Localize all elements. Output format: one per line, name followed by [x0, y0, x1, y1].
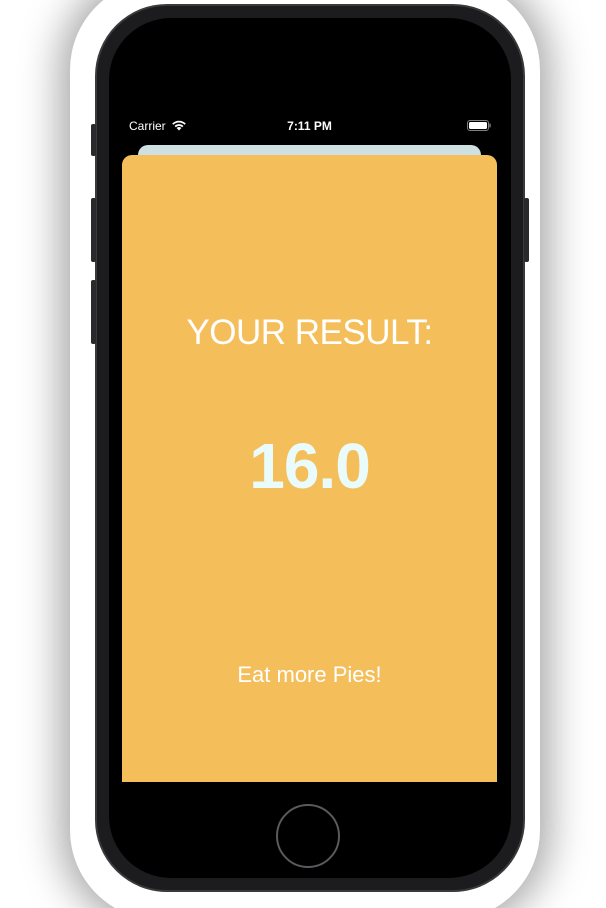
home-button[interactable] — [276, 804, 340, 868]
screen: Carrier 7:11 PM YOUR RESULT: 16.0 Eat mo… — [122, 108, 497, 782]
volume-down-button — [91, 280, 96, 344]
result-sheet: YOUR RESULT: 16.0 Eat more Pies! — [122, 155, 497, 782]
advice-text: Eat more Pies! — [237, 662, 382, 687]
status-time: 7:11 PM — [287, 119, 332, 133]
result-value: 16.0 — [249, 430, 371, 502]
mute-switch — [91, 124, 96, 156]
volume-up-button — [91, 198, 96, 262]
power-button — [524, 198, 529, 262]
result-title: YOUR RESULT: — [186, 313, 433, 352]
canvas: Carrier 7:11 PM YOUR RESULT: 16.0 Eat mo… — [0, 0, 606, 908]
battery-icon — [467, 120, 491, 131]
status-bar: Carrier 7:11 PM — [122, 108, 497, 144]
